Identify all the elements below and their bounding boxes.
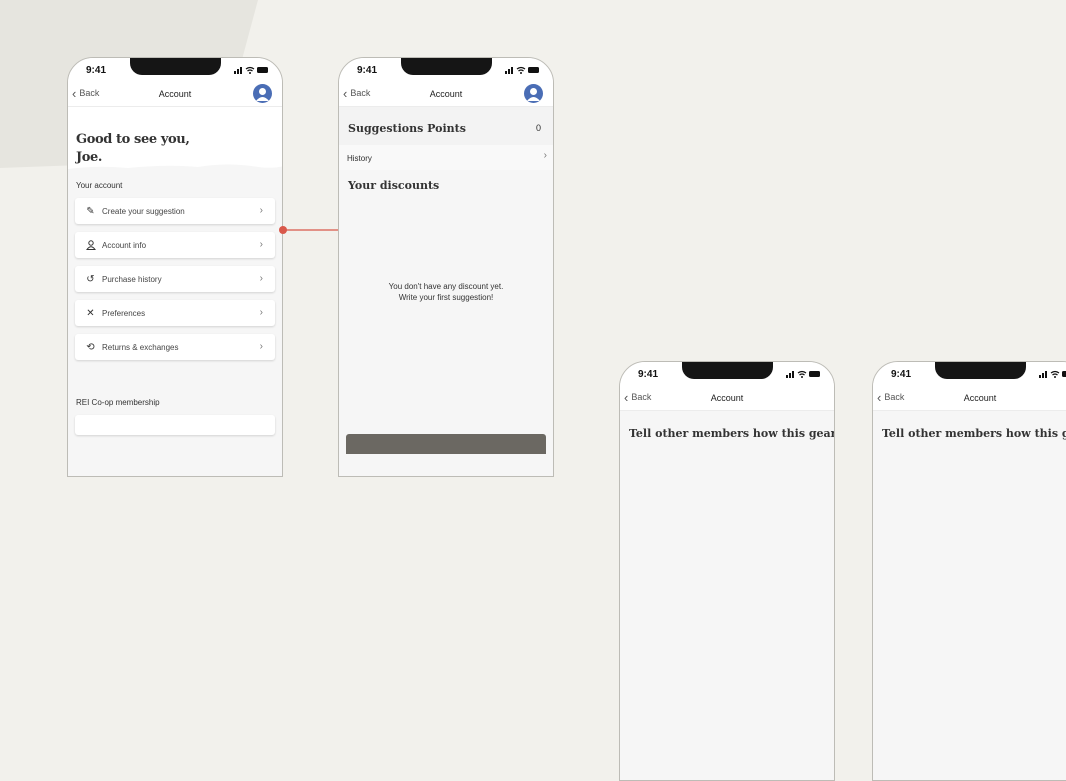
- returns-icon: ⟲: [86, 341, 95, 353]
- membership-card[interactable]: [75, 415, 275, 435]
- phone-review-screen: 9:41 ‹ Back Account Tell other members ho…: [619, 361, 835, 781]
- empty-line2: Write your first suggestion!: [398, 293, 494, 302]
- notch: [935, 362, 1026, 379]
- review-heading: Tell other members how this gear was: [882, 427, 1066, 440]
- person-icon: [85, 240, 96, 251]
- primary-button[interactable]: [346, 434, 546, 454]
- nav-title: Account: [429, 89, 463, 99]
- pencil-icon: ✎: [86, 205, 95, 217]
- chevron-right-icon: ›: [259, 341, 263, 352]
- nav-title: Account: [710, 393, 744, 403]
- item-label: Returns & exchanges: [102, 342, 179, 352]
- section-membership: REI Co-op membership: [76, 398, 160, 407]
- item-label: Preferences: [102, 308, 146, 318]
- points-value: 0: [535, 123, 541, 133]
- nav-bar: ‹ Back Account: [620, 386, 834, 411]
- section-your-account: Your account: [76, 181, 123, 190]
- history-label: History: [347, 154, 372, 163]
- empty-state: You don't have any discount yet. Write y…: [339, 281, 553, 303]
- menu-item-preferences[interactable]: ✕ Preferences ›: [75, 300, 275, 326]
- nav-bar: ‹ Back Account: [68, 82, 282, 107]
- chevron-right-icon: ›: [259, 307, 263, 318]
- menu-item-account-info[interactable]: Account info ›: [75, 232, 275, 258]
- status-icons: [786, 370, 820, 378]
- review-heading: Tell other members how this gear was: [629, 427, 835, 440]
- status-bar: 9:41: [68, 58, 282, 82]
- status-time: 9:41: [891, 369, 912, 380]
- status-time: 9:41: [357, 65, 378, 76]
- phone-discounts-screen: 9:41 ‹ Back Account Suggestions Points 0 …: [338, 57, 554, 477]
- item-label: Account info: [102, 240, 147, 250]
- status-bar: 9:41: [620, 362, 834, 386]
- chevron-right-icon: ›: [259, 273, 263, 284]
- status-icons: [1039, 370, 1066, 378]
- chevron-right-icon: ›: [259, 205, 263, 216]
- discounts-title: Your discounts: [348, 179, 440, 192]
- notch: [682, 362, 773, 379]
- empty-line1: You don't have any discount yet.: [388, 282, 504, 291]
- item-label: Purchase history: [102, 274, 162, 284]
- history-icon: ↺: [86, 273, 95, 285]
- status-icons: [234, 66, 268, 74]
- status-icons: [505, 66, 539, 74]
- nav-title: Account: [158, 89, 192, 99]
- status-time: 9:41: [86, 65, 107, 76]
- menu-item-purchase-history[interactable]: ↺ Purchase history ›: [75, 266, 275, 292]
- points-row: Suggestions Points 0: [339, 107, 553, 145]
- notch: [401, 58, 492, 75]
- status-bar: 9:41: [873, 362, 1066, 386]
- chevron-right-icon: ›: [259, 239, 263, 250]
- points-title: Suggestions Points: [348, 122, 466, 135]
- avatar[interactable]: [253, 84, 272, 103]
- history-row[interactable]: History ›: [339, 145, 553, 170]
- phone-review-screen-2: 9:41 ‹ Back Account Tell other members ho…: [872, 361, 1066, 781]
- tools-icon: ✕: [86, 307, 95, 319]
- nav-bar: ‹ Back Account: [339, 82, 553, 107]
- nav-bar: ‹ Back Account: [873, 386, 1066, 411]
- status-bar: 9:41: [339, 58, 553, 82]
- phone-account-screen: 9:41 ‹ Back Account Good to see you, Joe. …: [67, 57, 283, 477]
- greeting-line1: Good to see you,: [76, 132, 190, 147]
- nav-title: Account: [963, 393, 997, 403]
- status-time: 9:41: [638, 369, 659, 380]
- menu-item-returns[interactable]: ⟲ Returns & exchanges ›: [75, 334, 275, 360]
- notch: [130, 58, 221, 75]
- avatar[interactable]: [524, 84, 543, 103]
- menu-item-create-suggestion[interactable]: ✎ Create your suggestion ›: [75, 198, 275, 224]
- chevron-right-icon: ›: [543, 150, 547, 161]
- item-label: Create your suggestion: [102, 206, 185, 216]
